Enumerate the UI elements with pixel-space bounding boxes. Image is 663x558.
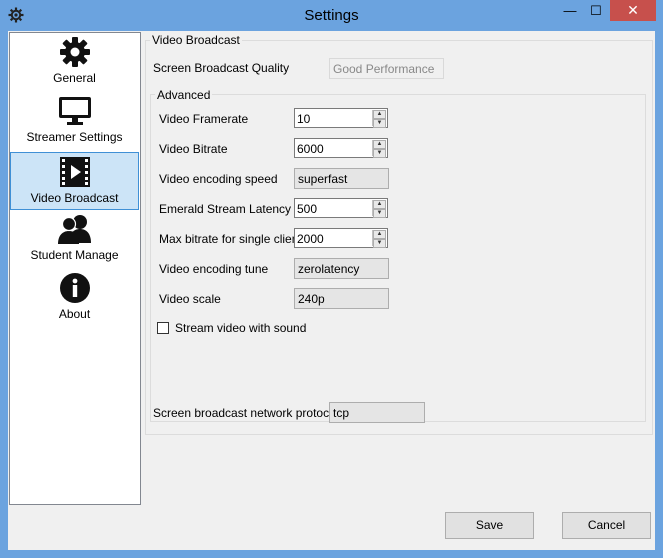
max-bitrate-spin: ▲ ▼ bbox=[372, 230, 386, 248]
spin-down-button[interactable]: ▼ bbox=[373, 119, 386, 128]
sidebar-item-label: Streamer Settings bbox=[26, 130, 123, 144]
cancel-button[interactable]: Cancel bbox=[562, 512, 651, 539]
sidebar-item-general[interactable]: General bbox=[11, 33, 138, 89]
broadcast-quality-label: Screen Broadcast Quality bbox=[153, 61, 290, 75]
spin-up-button[interactable]: ▲ bbox=[373, 200, 386, 209]
sidebar-item-video-broadcast[interactable]: Video Broadcast bbox=[10, 152, 139, 210]
protocol-select[interactable]: tcp bbox=[329, 402, 425, 423]
latency-stepper[interactable]: 500 ▲ ▼ bbox=[294, 198, 388, 218]
spin-up-button[interactable]: ▲ bbox=[373, 140, 386, 149]
framerate-stepper[interactable]: 10 ▲ ▼ bbox=[294, 108, 388, 128]
sidebar-item-label: Student Manage bbox=[30, 248, 119, 262]
encoding-tune-label: Video encoding tune bbox=[159, 262, 269, 276]
sidebar-item-student-manage[interactable]: Student Manage bbox=[11, 210, 138, 266]
info-icon bbox=[59, 273, 90, 303]
sound-checkbox-label[interactable]: Stream video with sound bbox=[175, 321, 306, 335]
sidebar-item-label: General bbox=[53, 71, 96, 85]
framerate-value: 10 bbox=[297, 112, 311, 126]
max-bitrate-value: 2000 bbox=[297, 232, 324, 246]
minimize-button[interactable]: — bbox=[557, 0, 583, 21]
spin-up-button[interactable]: ▲ bbox=[373, 110, 386, 119]
latency-spin: ▲ ▼ bbox=[372, 200, 386, 218]
max-bitrate-label: Max bitrate for single client bbox=[159, 232, 302, 246]
film-icon bbox=[59, 157, 90, 187]
spin-down-button[interactable]: ▼ bbox=[373, 149, 386, 158]
protocol-label: Screen broadcast network protocol bbox=[153, 406, 339, 420]
encoding-tune-select[interactable]: zerolatency bbox=[294, 258, 389, 279]
framerate-spin: ▲ ▼ bbox=[372, 110, 386, 128]
title-bar[interactable]: Settings — ☐ ✕ bbox=[0, 0, 663, 31]
bitrate-spin: ▲ ▼ bbox=[372, 140, 386, 158]
scale-select[interactable]: 240p bbox=[294, 288, 389, 309]
encoding-tune-value: zerolatency bbox=[298, 262, 360, 276]
advanced-group-title: Advanced bbox=[155, 88, 213, 102]
monitor-icon bbox=[58, 97, 91, 125]
video-broadcast-group-title: Video Broadcast bbox=[150, 33, 242, 47]
sidebar-item-label: About bbox=[58, 307, 91, 321]
latency-label: Emerald Stream Latency bbox=[159, 202, 292, 216]
scale-value: 240p bbox=[298, 292, 325, 306]
save-button[interactable]: Save bbox=[445, 512, 534, 539]
settings-sidebar: General Streamer Settings Video Broadcas… bbox=[9, 32, 141, 505]
bitrate-value: 6000 bbox=[297, 142, 324, 156]
encoding-speed-label: Video encoding speed bbox=[159, 172, 278, 186]
encoding-speed-value: superfast bbox=[298, 172, 348, 186]
scale-label: Video scale bbox=[159, 292, 221, 306]
max-bitrate-stepper[interactable]: 2000 ▲ ▼ bbox=[294, 228, 388, 248]
client-area: General Streamer Settings Video Broadcas… bbox=[8, 31, 655, 550]
latency-value: 500 bbox=[297, 202, 318, 216]
spin-down-button[interactable]: ▼ bbox=[373, 239, 386, 248]
sidebar-item-label: Video Broadcast bbox=[30, 191, 119, 205]
broadcast-quality-value: Good Performance bbox=[333, 62, 435, 76]
gear-icon bbox=[59, 37, 90, 67]
bitrate-stepper[interactable]: 6000 ▲ ▼ bbox=[294, 138, 388, 158]
spin-down-button[interactable]: ▼ bbox=[373, 209, 386, 218]
maximize-button[interactable]: ☐ bbox=[583, 0, 609, 21]
sidebar-item-about[interactable]: About bbox=[11, 269, 138, 325]
broadcast-quality-select[interactable]: Good Performance bbox=[329, 58, 444, 79]
protocol-value: tcp bbox=[333, 406, 350, 420]
bitrate-label: Video Bitrate bbox=[159, 142, 228, 156]
users-icon bbox=[57, 215, 91, 244]
sidebar-item-streamer-settings[interactable]: Streamer Settings bbox=[11, 92, 138, 148]
close-button[interactable]: ✕ bbox=[610, 0, 656, 21]
spin-up-button[interactable]: ▲ bbox=[373, 230, 386, 239]
settings-window: Settings — ☐ ✕ General Streamer Settings… bbox=[0, 0, 663, 558]
encoding-speed-select[interactable]: superfast bbox=[294, 168, 389, 189]
framerate-label: Video Framerate bbox=[159, 112, 249, 126]
sound-checkbox[interactable] bbox=[157, 322, 169, 334]
